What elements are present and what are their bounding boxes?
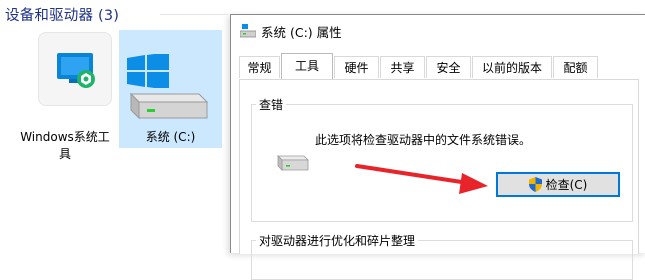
shield-icon (528, 177, 542, 192)
windows-tools-label: Windows系统工具 (20, 130, 110, 161)
drive-small-icon (240, 24, 256, 38)
check-button-label: 检查(C) (545, 178, 588, 192)
tab-previous-versions[interactable]: 以前的版本 (472, 56, 552, 78)
check-button[interactable]: 检查(C) (496, 172, 620, 197)
tab-strip: 常规 工具 硬件 共享 安全 以前的版本 配额 (239, 53, 645, 79)
dialog-titlebar[interactable]: 系统 (C:) 属性 (231, 15, 645, 45)
windows-tools-tile[interactable]: Windows系统工具 (17, 30, 113, 161)
tab-quota[interactable]: 配额 (553, 56, 598, 78)
system-drive-label: 系统 (C:) (145, 130, 196, 144)
system-drive-tile[interactable]: 系统 (C:) (119, 30, 222, 148)
tab-tools[interactable]: 工具 (281, 53, 333, 79)
tab-general[interactable]: 常规 (239, 56, 280, 78)
section-divider (160, 14, 228, 15)
optimize-group: 对驱动器进行优化和碎片整理 (251, 232, 633, 280)
tab-security[interactable]: 安全 (426, 56, 471, 78)
error-check-description: 此选项将检查驱动器中的文件系统错误。 (315, 133, 532, 147)
tools-panel: 查错 此选项将检查驱动器中的文件系统错误。 检查(C) 对驱动器进行优化和碎片整… (239, 79, 639, 280)
section-header[interactable]: 设备和驱动器 (3) (5, 4, 119, 25)
error-check-title: 查错 (256, 96, 287, 113)
windows-logo-icon (127, 54, 169, 88)
error-check-group: 查错 此选项将检查驱动器中的文件系统错误。 检查(C) (251, 96, 633, 222)
optimize-title: 对驱动器进行优化和碎片整理 (256, 232, 419, 249)
tab-sharing[interactable]: 共享 (380, 56, 425, 78)
properties-dialog: 系统 (C:) 属性 常规 工具 硬件 共享 安全 以前的版本 配额 查错 此选… (230, 14, 645, 280)
hard-drive-icon (129, 92, 209, 120)
windows-tools-icon (38, 32, 112, 106)
hard-drive-icon (277, 155, 309, 171)
tab-hardware[interactable]: 硬件 (334, 56, 379, 78)
dialog-title: 系统 (C:) 属性 (261, 25, 342, 40)
